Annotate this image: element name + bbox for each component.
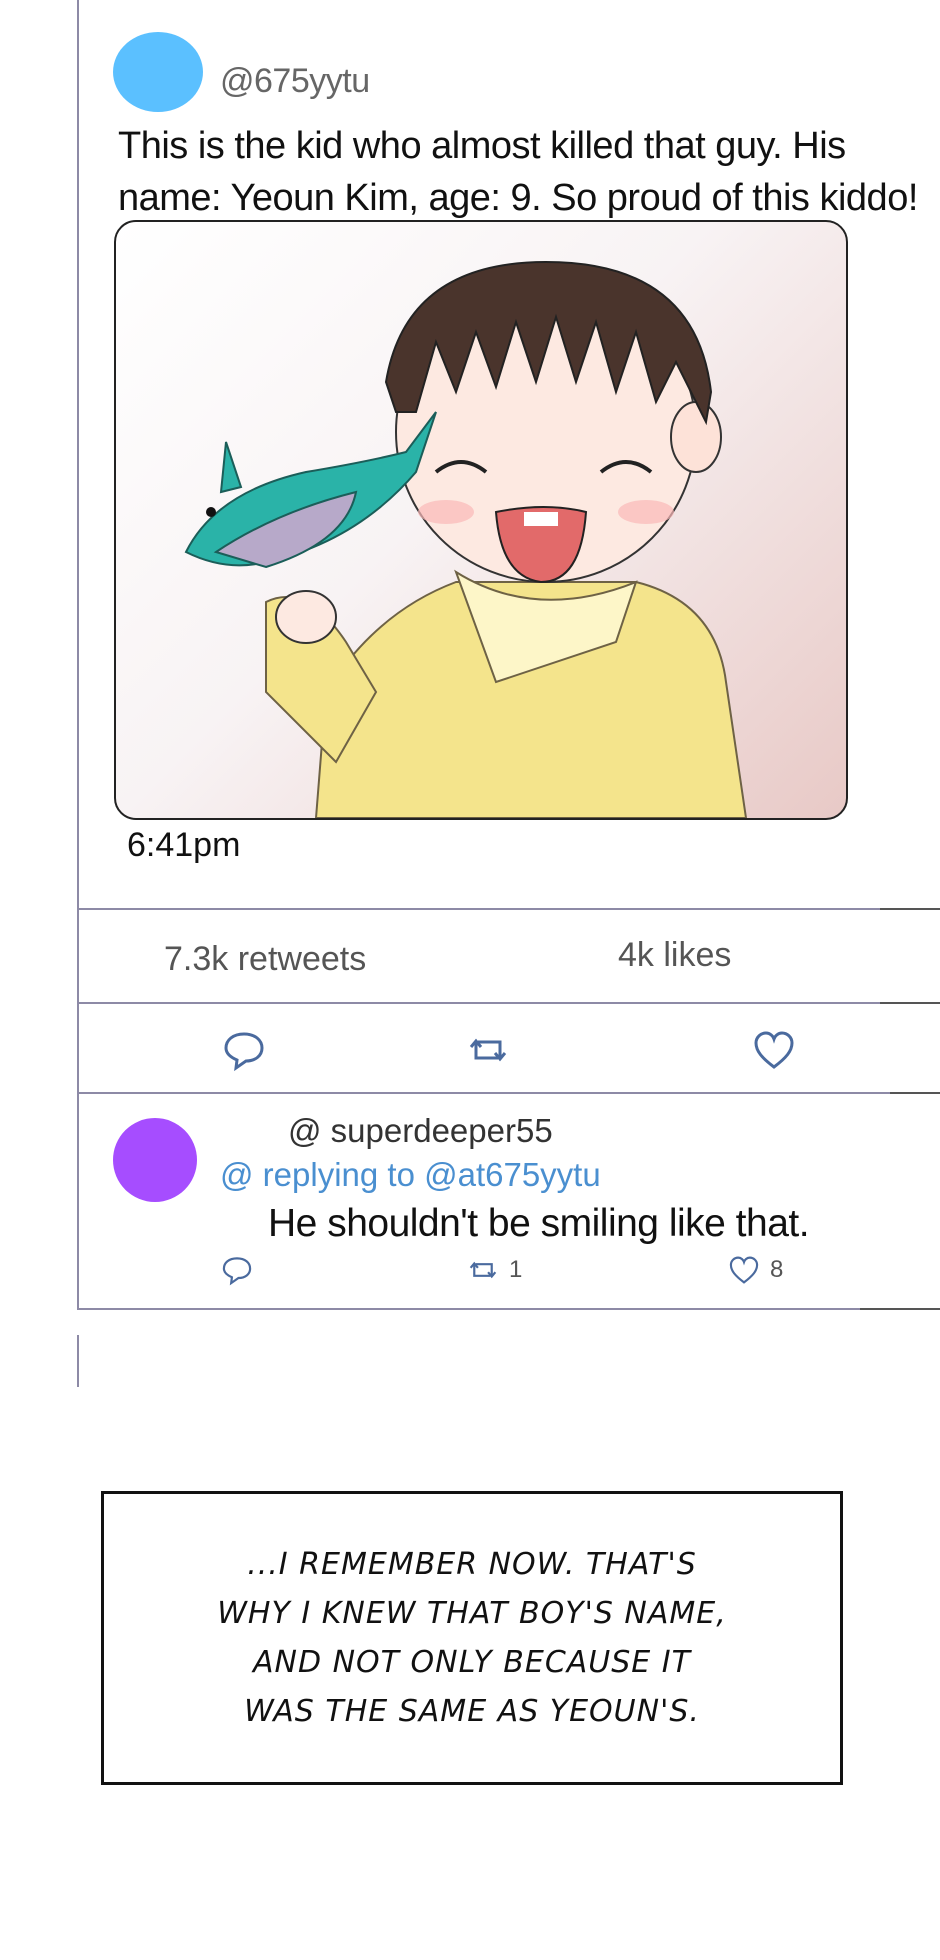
tweet-image[interactable] [114,220,848,820]
reply-icon [224,1032,264,1072]
reply-handle[interactable]: @ superdeeper55 [288,1112,553,1150]
panel-left-border-tail [77,1335,79,1387]
divider-dash [860,1308,940,1310]
reply-retweet-button[interactable]: 1 [467,1254,522,1286]
narration-line: AND NOT ONLY BECAUSE IT [253,1645,691,1680]
reply-text: He shouldn't be smiling like that. [268,1202,810,1245]
reply-button[interactable] [222,1028,266,1072]
divider-dash [880,908,940,910]
tweet-text: This is the kid who almost killed that g… [118,125,918,219]
tweet-timestamp: 6:41pm [127,826,241,864]
like-button[interactable] [752,1028,796,1072]
narration-box: ...I REMEMBER NOW. THAT'S WHY I KNEW THA… [101,1491,843,1785]
retweet-count[interactable]: 7.3k retweets [164,940,366,979]
reply-icon [222,1257,252,1286]
heart-icon [754,1031,794,1069]
narration-line: WHY I KNEW THAT BOY'S NAME, [217,1596,727,1631]
divider [78,1002,940,1004]
reply-retweet-count: 1 [509,1256,523,1283]
tweet-handle[interactable]: @675yytu [220,62,370,101]
avatar[interactable] [113,32,203,112]
reply-reply-button[interactable] [221,1254,253,1286]
retweet-button[interactable] [466,1028,510,1072]
reply-like-count: 8 [770,1256,784,1283]
divider-dash [880,1002,940,1004]
reply-like-button[interactable]: 8 [728,1254,783,1286]
narration-line: ...I REMEMBER NOW. THAT'S [247,1547,697,1582]
divider [78,908,940,910]
narration-line: WAS THE SAME AS YEOUN'S. [244,1694,700,1729]
like-count[interactable]: 4k likes [618,936,731,975]
divider-dash [890,1092,940,1094]
panel-left-border [77,0,79,1310]
heart-icon [729,1256,759,1284]
avatar[interactable] [113,1118,197,1202]
divider [78,1092,940,1094]
divider [78,1308,940,1310]
retweet-icon [469,1261,497,1279]
replying-to-link[interactable]: @ replying to @at675yytu [220,1156,601,1194]
retweet-icon [469,1038,507,1062]
